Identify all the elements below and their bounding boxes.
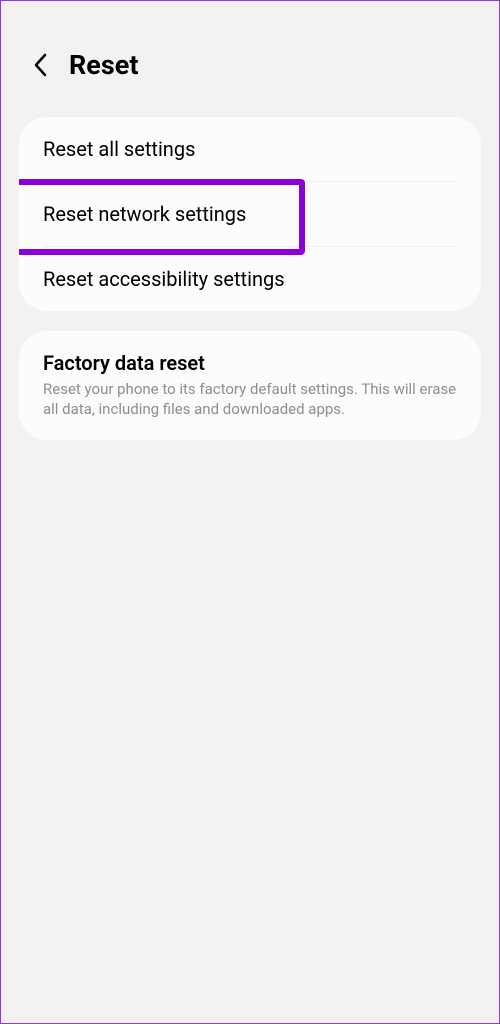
page-header: Reset: [1, 1, 499, 109]
menu-item-label: Factory data reset: [43, 351, 457, 375]
reset-options-card: Reset all settings Reset network setting…: [19, 117, 481, 311]
menu-item-label: Reset accessibility settings: [43, 267, 457, 291]
factory-reset-card: Factory data reset Reset your phone to i…: [19, 331, 481, 440]
reset-accessibility-settings-item[interactable]: Reset accessibility settings: [19, 247, 481, 311]
menu-item-label: Reset network settings: [43, 202, 457, 226]
reset-all-settings-item[interactable]: Reset all settings: [19, 117, 481, 181]
menu-item-description: Reset your phone to its factory default …: [43, 379, 457, 420]
page-title: Reset: [69, 49, 138, 81]
reset-network-settings-item[interactable]: Reset network settings: [19, 182, 481, 246]
factory-data-reset-item[interactable]: Factory data reset Reset your phone to i…: [19, 331, 481, 440]
menu-item-label: Reset all settings: [43, 137, 457, 161]
back-icon[interactable]: [29, 54, 51, 76]
